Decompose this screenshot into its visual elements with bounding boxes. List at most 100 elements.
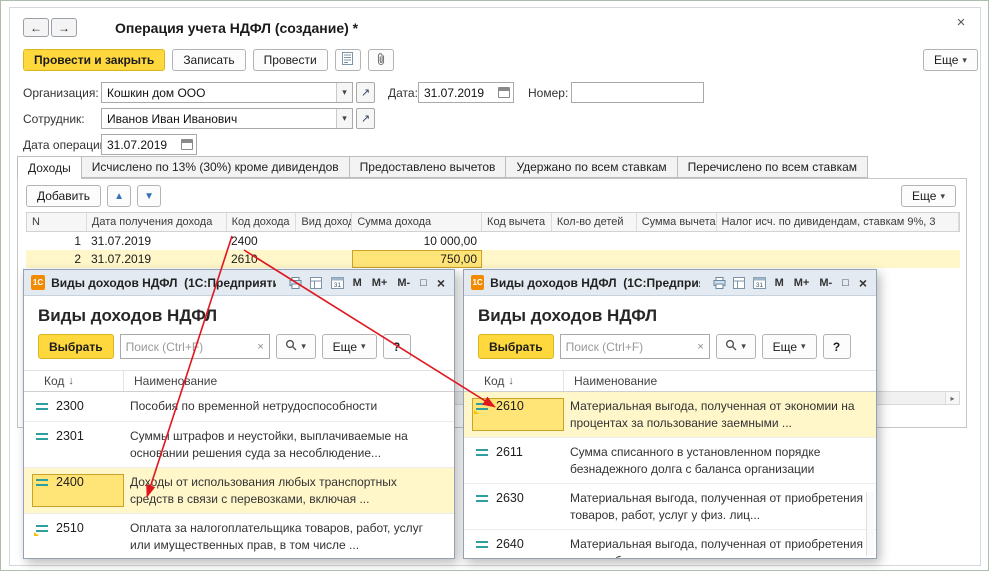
cell-n[interactable]: 2 — [26, 250, 86, 268]
column-header-dividend-tax[interactable]: Налог исч. по дивидендам, ставкам 9%, 3 — [717, 213, 959, 231]
back-button[interactable]: ← — [23, 18, 49, 37]
cell-dividend-tax[interactable] — [717, 232, 960, 250]
scale-m-plus-button[interactable]: M+ — [370, 277, 390, 289]
help-button[interactable]: ? — [383, 334, 411, 359]
tab-perechisleno[interactable]: Перечислено по всем ставкам — [677, 156, 868, 178]
clear-search-icon[interactable]: × — [693, 341, 709, 353]
scale-m-button[interactable]: M — [773, 277, 786, 289]
operation-date-input[interactable] — [102, 135, 178, 154]
column-header-received-date[interactable]: Дата получения дохода — [87, 213, 227, 231]
clear-search-icon[interactable]: × — [253, 341, 269, 353]
column-header-name[interactable]: Наименование — [564, 374, 657, 388]
table-grid-icon[interactable] — [309, 275, 324, 291]
column-header-code[interactable]: Код↓ — [464, 371, 564, 391]
date-input[interactable] — [419, 83, 495, 102]
add-row-button[interactable]: Добавить — [26, 185, 101, 207]
cell-n[interactable]: 1 — [26, 232, 86, 250]
cell-received-date[interactable]: 31.07.2019 — [86, 250, 226, 268]
calendar-31-icon[interactable]: 31 — [330, 275, 345, 291]
income-type-row[interactable]: 2301 Суммы штрафов и неустойки, выплачив… — [24, 422, 454, 468]
organization-input[interactable] — [102, 83, 336, 102]
income-type-row[interactable]: 2510 Оплата за налогоплательщика товаров… — [24, 514, 454, 559]
cell-children-count[interactable] — [552, 232, 637, 250]
cell-income-kind[interactable] — [296, 232, 352, 250]
scale-m-plus-button[interactable]: M+ — [792, 277, 812, 289]
income-type-row[interactable]: 2640 Материальная выгода, полученная от … — [464, 530, 876, 559]
income-type-row[interactable]: 2630 Материальная выгода, полученная от … — [464, 484, 876, 530]
column-header-deduction-code[interactable]: Код вычета — [482, 213, 552, 231]
cell-income-code[interactable]: 2610 — [226, 250, 296, 268]
column-header-code[interactable]: Код↓ — [24, 371, 124, 391]
income-type-row-selected[interactable]: 2400 Доходы от использования любых транс… — [24, 468, 454, 514]
organization-dropdown-button[interactable]: ▾ — [336, 83, 352, 102]
restore-window-button[interactable]: □ — [418, 277, 429, 289]
employee-dropdown-button[interactable]: ▾ — [336, 109, 352, 128]
search-input[interactable] — [561, 340, 693, 354]
tab-dohody[interactable]: Доходы — [17, 156, 81, 179]
more-button[interactable]: Еще▾ — [322, 334, 377, 359]
scale-m-minus-button[interactable]: M- — [817, 277, 834, 289]
list-vertical-scrollbar[interactable] — [866, 492, 874, 556]
print-icon[interactable] — [712, 275, 726, 291]
help-button[interactable]: ? — [823, 334, 851, 359]
calendar-icon[interactable] — [181, 139, 193, 150]
table-grid-icon[interactable] — [732, 275, 746, 291]
column-header-n[interactable]: N — [27, 213, 87, 231]
cell-income-code[interactable]: 2400 — [226, 232, 296, 250]
cell-income-kind[interactable] — [296, 250, 352, 268]
calendar-icon[interactable] — [498, 87, 510, 98]
dialog-titlebar[interactable]: 1С Виды доходов НДФЛ (1С:Предприятие) 31… — [24, 270, 454, 296]
column-header-income-code[interactable]: Код дохода — [227, 213, 297, 231]
post-and-close-button[interactable]: Провести и закрыть — [23, 49, 165, 71]
document-register-button[interactable] — [335, 49, 361, 71]
cell-deduction-code[interactable] — [482, 250, 552, 268]
column-header-children-count[interactable]: Кол-во детей — [552, 213, 637, 231]
organization-open-button[interactable]: ↗ — [356, 82, 375, 103]
select-button[interactable]: Выбрать — [478, 334, 554, 359]
scale-m-minus-button[interactable]: M- — [395, 277, 412, 289]
cell-children-count[interactable] — [552, 250, 637, 268]
close-window-button[interactable]: × — [951, 13, 971, 31]
cell-deduction-code[interactable] — [482, 232, 552, 250]
write-button[interactable]: Записать — [172, 49, 245, 71]
search-button[interactable]: ▾ — [276, 334, 316, 359]
restore-window-button[interactable]: □ — [840, 277, 851, 289]
cell-income-amount[interactable]: 10 000,00 — [352, 232, 482, 250]
cell-deduction-amount[interactable] — [637, 232, 717, 250]
cell-received-date[interactable]: 31.07.2019 — [86, 232, 226, 250]
column-header-deduction-amount[interactable]: Сумма вычета — [637, 213, 717, 231]
tab-ischisleno[interactable]: Исчислено по 13% (30%) кроме дивидендов — [81, 156, 349, 178]
more-button[interactable]: Еще▾ — [923, 49, 978, 71]
attachments-button[interactable] — [368, 49, 394, 71]
print-icon[interactable] — [288, 275, 303, 291]
column-header-name[interactable]: Наименование — [124, 374, 217, 388]
cell-deduction-amount[interactable] — [637, 250, 717, 268]
tab-predostavleno-vychetov[interactable]: Предоставлено вычетов — [349, 156, 506, 178]
scale-m-button[interactable]: M — [351, 277, 364, 289]
move-up-button[interactable]: ▲ — [107, 185, 131, 207]
scroll-right-button[interactable]: ▸ — [945, 392, 959, 404]
column-header-income-kind[interactable]: Вид дохода — [296, 213, 352, 231]
select-button[interactable]: Выбрать — [38, 334, 114, 359]
income-type-row[interactable]: 2611 Сумма списанного в установленном по… — [464, 438, 876, 484]
calendar-31-icon[interactable]: 31 — [753, 275, 767, 291]
more-button[interactable]: Еще▾ — [762, 334, 817, 359]
close-dialog-button[interactable]: × — [435, 275, 447, 291]
post-button[interactable]: Провести — [253, 49, 328, 71]
grid-more-button[interactable]: Еще▾ — [901, 185, 956, 207]
dialog-titlebar[interactable]: 1С Виды доходов НДФЛ (1С:Предприятие) 31… — [464, 270, 876, 296]
search-button[interactable]: ▾ — [716, 334, 756, 359]
column-header-income-amount[interactable]: Сумма дохода — [352, 213, 482, 231]
table-row[interactable]: 2 31.07.2019 2610 750,00 — [26, 250, 960, 268]
cell-income-amount-active[interactable]: 750,00 — [352, 250, 482, 268]
table-row[interactable]: 1 31.07.2019 2400 10 000,00 — [26, 232, 960, 250]
employee-open-button[interactable]: ↗ — [356, 108, 375, 129]
income-type-row-selected[interactable]: 2610 Материальная выгода, полученная от … — [464, 392, 876, 438]
forward-button[interactable]: → — [51, 18, 77, 37]
income-type-row[interactable]: 2300 Пособия по временной нетрудоспособн… — [24, 392, 454, 422]
number-input[interactable] — [572, 83, 703, 102]
move-down-button[interactable]: ▼ — [137, 185, 161, 207]
cell-dividend-tax[interactable] — [717, 250, 960, 268]
close-dialog-button[interactable]: × — [857, 275, 869, 291]
employee-input[interactable] — [102, 109, 336, 128]
